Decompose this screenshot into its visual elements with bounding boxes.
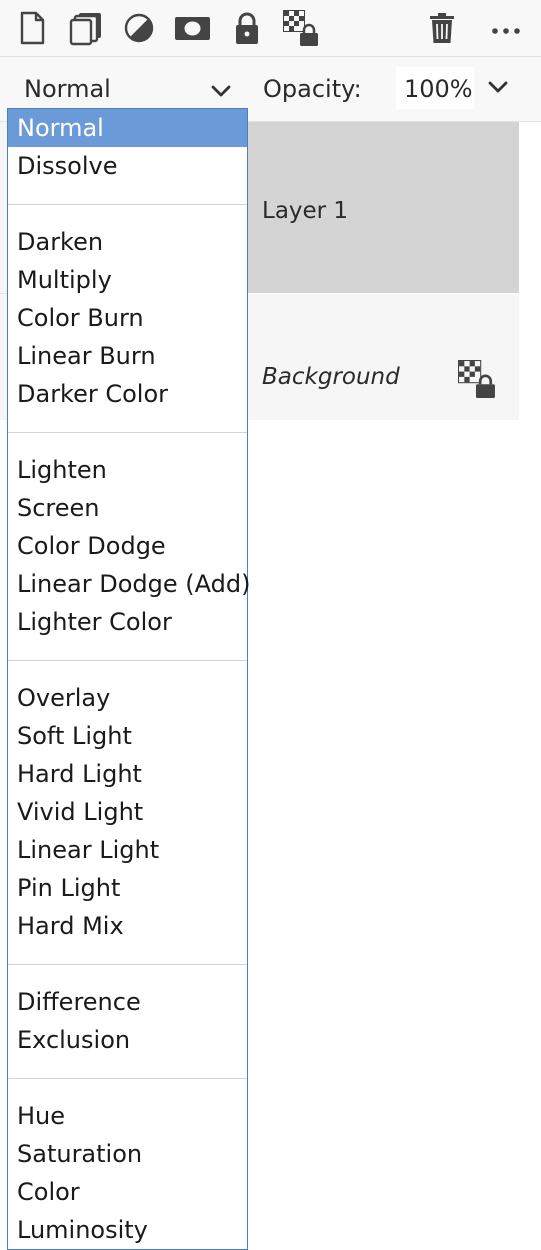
blend-mode-value: Normal	[24, 75, 111, 103]
chevron-down-icon	[209, 79, 233, 103]
blend-mode-option[interactable]: Difference	[8, 983, 247, 1021]
blend-mode-option[interactable]: Multiply	[8, 261, 247, 299]
blend-mode-option[interactable]: Normal	[8, 109, 247, 147]
new-layer-icon[interactable]	[14, 10, 50, 46]
blend-mode-option[interactable]: Saturation	[8, 1135, 247, 1173]
layer-name: Background	[262, 364, 400, 390]
blend-mode-option[interactable]: Pin Light	[8, 869, 247, 907]
opacity-value: 100%	[404, 75, 473, 103]
blend-mode-option[interactable]: Exclusion	[8, 1021, 247, 1059]
blend-mode-option[interactable]: Soft Light	[8, 717, 247, 755]
blend-mode-option[interactable]: Linear Dodge (Add)	[8, 565, 250, 603]
blend-mode-option[interactable]: Color Burn	[8, 299, 247, 337]
blend-mode-option[interactable]: Vivid Light	[8, 793, 247, 831]
blend-mode-option[interactable]: Lighter Color	[8, 603, 247, 641]
blend-mode-option[interactable]: Lighten	[8, 451, 247, 489]
dropdown-separator	[8, 432, 247, 433]
blend-mode-option[interactable]: Color	[8, 1173, 247, 1211]
blend-mode-option[interactable]: Overlay	[8, 679, 247, 717]
lock-transparency-icon[interactable]	[458, 360, 496, 398]
duplicate-layer-icon[interactable]	[68, 10, 104, 46]
dropdown-separator	[8, 1078, 247, 1079]
opacity-input[interactable]: 100%	[396, 67, 474, 109]
blend-mode-option[interactable]: Luminosity	[8, 1211, 247, 1249]
blend-mode-option[interactable]: Linear Burn	[8, 337, 247, 375]
more-icon[interactable]	[488, 10, 524, 46]
blend-mode-option[interactable]: Darker Color	[8, 375, 247, 413]
trash-icon[interactable]	[424, 10, 460, 46]
dropdown-separator	[8, 964, 247, 965]
blend-mode-option[interactable]: Color Dodge	[8, 527, 247, 565]
lock-transparency-icon[interactable]	[283, 10, 319, 46]
blend-mode-option[interactable]: Screen	[8, 489, 247, 527]
blend-mode-option[interactable]: Linear Light	[8, 831, 247, 869]
blend-mode-option[interactable]: Hue	[8, 1097, 247, 1135]
blend-mode-option[interactable]: Darken	[8, 223, 247, 261]
dropdown-separator	[8, 660, 247, 661]
layer-name: Layer 1	[262, 198, 349, 224]
blend-mode-select[interactable]: Normal	[10, 65, 246, 113]
opacity-chevron-down-icon[interactable]	[486, 75, 510, 99]
adjustment-layer-icon[interactable]	[121, 10, 157, 46]
blend-mode-option[interactable]: Hard Mix	[8, 907, 247, 945]
layers-toolbar	[0, 0, 541, 57]
blend-mode-option[interactable]: Dissolve	[8, 147, 247, 185]
blend-mode-dropdown-list[interactable]: Normal Dissolve Darken Multiply Color Burn Li…	[7, 108, 250, 1250]
layer-mask-icon[interactable]	[174, 10, 210, 46]
opacity-label: Opacity:	[263, 75, 362, 103]
blend-mode-option[interactable]: Hard Light	[8, 755, 247, 793]
dropdown-separator	[8, 204, 247, 205]
lock-icon[interactable]	[229, 10, 265, 46]
